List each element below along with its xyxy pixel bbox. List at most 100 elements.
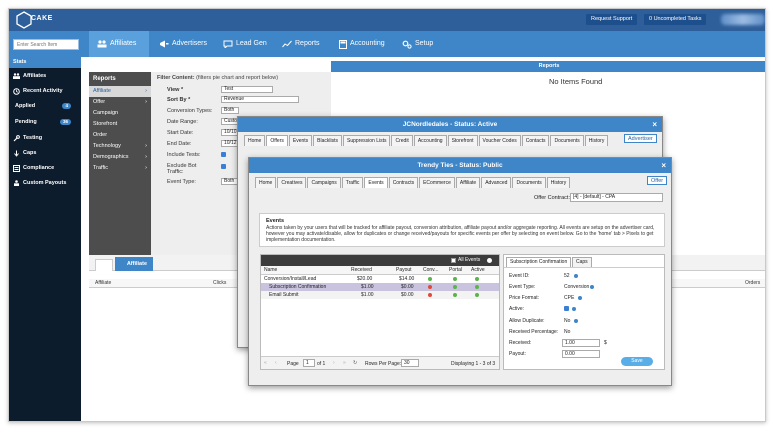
uncompleted-tasks-button[interactable]: 0 Uncompleted Tasks bbox=[644, 14, 707, 25]
report-item-offer[interactable]: Offer › bbox=[89, 97, 151, 108]
tab-voucher-codes[interactable]: Voucher Codes bbox=[478, 135, 521, 146]
tab-blacklists[interactable]: Blacklists bbox=[313, 135, 343, 146]
tab-advanced[interactable]: Advanced bbox=[481, 177, 512, 188]
sidebar-item-pending[interactable]: Pending 36 bbox=[9, 114, 81, 130]
report-item-affiliate[interactable]: Affiliate › bbox=[89, 86, 151, 97]
nav-tab-lead-gen[interactable]: Lead Gen bbox=[223, 31, 267, 57]
sidebar-item-compliance[interactable]: Compliance bbox=[9, 160, 81, 175]
received-percentage-value[interactable]: No bbox=[564, 329, 570, 335]
report-item-technology[interactable]: Technology › bbox=[89, 141, 151, 152]
last-page-icon[interactable]: » bbox=[343, 360, 346, 366]
search-input[interactable] bbox=[13, 39, 79, 50]
sort-by-label: Sort By * bbox=[167, 97, 191, 103]
page-input[interactable]: 1 bbox=[303, 359, 315, 367]
tab-contracts[interactable]: Contracts bbox=[388, 177, 419, 188]
tab-affiliate[interactable]: Affiliate bbox=[455, 177, 481, 188]
column-active[interactable]: Active bbox=[471, 267, 485, 273]
sort-by-select[interactable]: Revenue bbox=[221, 96, 299, 103]
tab-events[interactable]: Events bbox=[288, 135, 313, 146]
next-page-icon[interactable]: › bbox=[333, 360, 335, 366]
tab-pie-chart[interactable] bbox=[95, 259, 113, 271]
user-menu[interactable] bbox=[721, 14, 765, 25]
info-icon[interactable] bbox=[574, 274, 578, 278]
report-item-demographics[interactable]: Demographics › bbox=[89, 152, 151, 163]
info-icon[interactable] bbox=[590, 285, 594, 289]
users-icon bbox=[13, 179, 20, 186]
tab-caps[interactable]: Caps bbox=[572, 257, 592, 267]
column-affiliate[interactable]: Affiliate bbox=[95, 280, 111, 286]
sidebar-item-caps[interactable]: Caps bbox=[9, 145, 81, 160]
tab-traffic[interactable]: Traffic bbox=[341, 177, 364, 188]
report-item-order[interactable]: Order bbox=[89, 130, 151, 141]
table-row[interactable]: Subscription Confirmation $1.00 $0.00 bbox=[261, 283, 499, 291]
column-payout[interactable]: Payout bbox=[396, 267, 412, 273]
tab-subscription-confirmation[interactable]: Subscription Confirmation bbox=[506, 257, 572, 267]
prev-page-icon[interactable]: ‹ bbox=[275, 360, 277, 366]
save-button[interactable]: Save bbox=[621, 357, 653, 366]
info-icon[interactable] bbox=[572, 307, 576, 311]
help-icon[interactable] bbox=[487, 258, 492, 263]
column-name[interactable]: Name bbox=[264, 267, 277, 273]
nav-tab-setup[interactable]: Setup bbox=[402, 31, 433, 57]
offer-contract-select[interactable]: [4] - [default] - CPA bbox=[570, 193, 663, 202]
tab-home[interactable]: Home bbox=[255, 177, 277, 188]
nav-tab-accounting[interactable]: Accounting bbox=[339, 31, 385, 57]
column-portal[interactable]: Portal bbox=[449, 267, 462, 273]
sidebar-item-applied[interactable]: Applied 4 bbox=[9, 98, 81, 114]
conversion-types-select[interactable]: Both bbox=[221, 107, 239, 114]
column-received[interactable]: Received bbox=[351, 267, 372, 273]
exclude-bot-checkbox[interactable] bbox=[221, 164, 226, 169]
sidebar-item-recent-activity[interactable]: Recent Activity bbox=[9, 83, 81, 98]
tab-ecommerce[interactable]: ECommerce bbox=[419, 177, 455, 188]
sidebar-item-testing[interactable]: Testing bbox=[9, 130, 81, 145]
tab-events[interactable]: Events bbox=[364, 177, 388, 188]
first-page-icon[interactable]: « bbox=[264, 360, 267, 366]
sidebar-item-affiliates[interactable]: Affiliates bbox=[9, 68, 81, 83]
refresh-icon[interactable]: ↻ bbox=[353, 360, 357, 366]
table-row[interactable]: Conversion/Install/Lead $20.00 $14.00 bbox=[261, 275, 499, 283]
received-input[interactable]: 1.00 bbox=[562, 339, 600, 347]
all-events-checkbox[interactable] bbox=[451, 258, 456, 263]
tab-documents[interactable]: Documents bbox=[550, 135, 584, 146]
offer-button[interactable]: Offer bbox=[647, 176, 668, 185]
tab-history[interactable]: History bbox=[584, 135, 609, 146]
active-checkbox[interactable] bbox=[564, 306, 569, 311]
rows-per-page-select[interactable]: 30 bbox=[401, 359, 419, 367]
tab-offers[interactable]: Offers bbox=[266, 135, 288, 146]
advertiser-button[interactable]: Advertiser bbox=[624, 134, 657, 143]
include-tests-checkbox[interactable] bbox=[221, 152, 226, 157]
tab-contacts[interactable]: Contacts bbox=[521, 135, 550, 146]
report-item-storefront[interactable]: Storefront bbox=[89, 119, 151, 130]
sidebar-item-custom-payouts[interactable]: Custom Payouts bbox=[9, 175, 81, 190]
tab-affiliate[interactable]: Affiliate bbox=[115, 257, 153, 271]
report-item-traffic[interactable]: Traffic › bbox=[89, 163, 151, 174]
tab-campaigns[interactable]: Campaigns bbox=[307, 177, 341, 188]
tab-suppression-lists[interactable]: Suppression Lists bbox=[343, 135, 391, 146]
sidebar-header-stats[interactable]: Stats bbox=[9, 57, 81, 68]
close-icon[interactable]: × bbox=[661, 158, 666, 173]
column-orders[interactable]: Orders bbox=[745, 280, 760, 286]
report-item-campaign[interactable]: Campaign bbox=[89, 108, 151, 119]
tab-accounting[interactable]: Accounting bbox=[413, 135, 447, 146]
tab-storefront[interactable]: Storefront bbox=[447, 135, 478, 146]
allow-duplicate-value[interactable]: No bbox=[564, 318, 570, 324]
close-icon[interactable]: × bbox=[652, 117, 657, 132]
tab-home[interactable]: Home bbox=[244, 135, 266, 146]
info-icon[interactable] bbox=[574, 319, 578, 323]
nav-tab-reports[interactable]: Reports bbox=[282, 31, 320, 57]
table-row[interactable]: Email Submit $1.00 $0.00 bbox=[261, 291, 499, 299]
payout-input[interactable]: 0.00 bbox=[562, 350, 600, 358]
column-conversion[interactable]: Conv... bbox=[423, 267, 438, 273]
sidebar-item-label: Caps bbox=[23, 149, 37, 156]
nav-tab-advertisers[interactable]: Advertisers bbox=[159, 31, 207, 57]
info-icon[interactable] bbox=[578, 296, 582, 300]
advertiser-dialog-title: JCNordledales - Status: Active bbox=[402, 121, 498, 128]
tab-documents[interactable]: Documents bbox=[512, 177, 546, 188]
tab-creatives[interactable]: Creatives bbox=[277, 177, 307, 188]
tab-credit[interactable]: Credit bbox=[391, 135, 413, 146]
column-clicks[interactable]: Clicks bbox=[213, 280, 226, 286]
tab-history[interactable]: History bbox=[546, 177, 571, 188]
request-support-button[interactable]: Request Support bbox=[586, 14, 638, 25]
nav-tab-affiliates[interactable]: Affiliates bbox=[89, 31, 149, 57]
view-select[interactable]: Test bbox=[221, 86, 273, 93]
